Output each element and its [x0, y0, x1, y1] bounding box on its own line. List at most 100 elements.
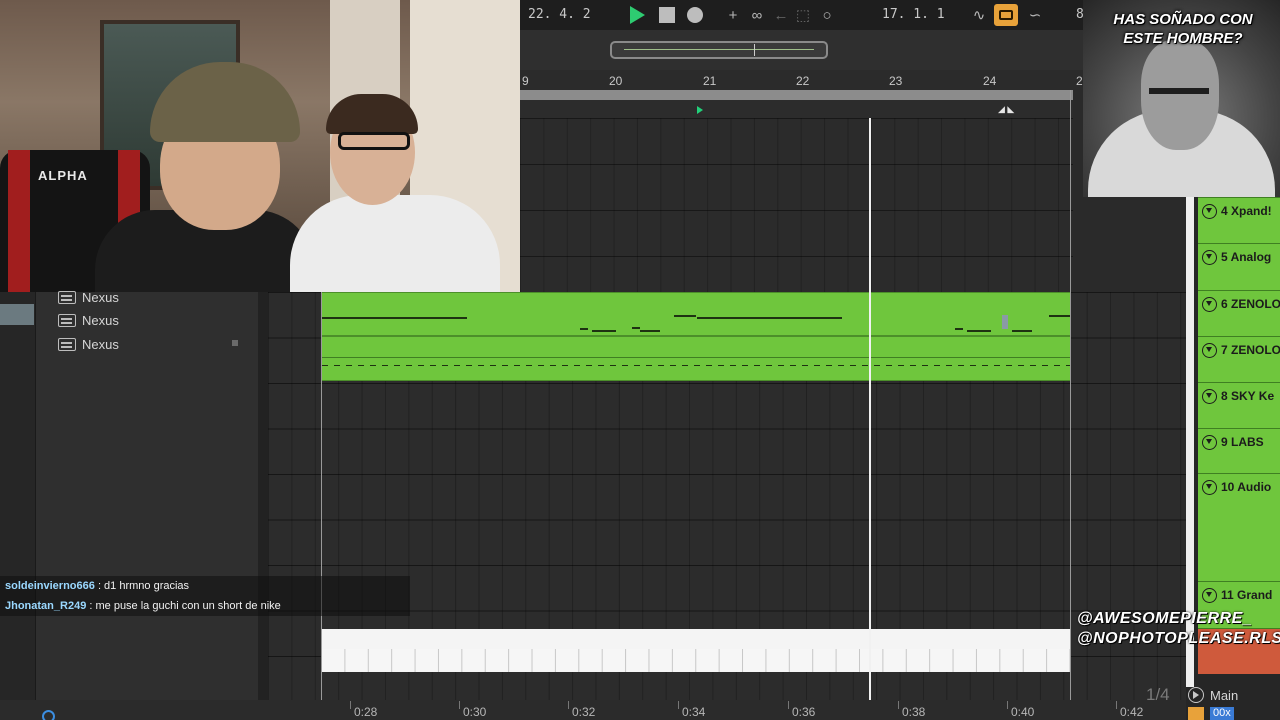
loop-start-position[interactable]: 17. 1. 1 [882, 7, 945, 22]
bottom-left-bar [0, 700, 268, 720]
playhead[interactable] [869, 118, 871, 702]
person-hair [326, 94, 418, 134]
mixer-track[interactable]: 10 Audio [1198, 473, 1280, 581]
mixer-track[interactable]: 7 ZENOLO [1198, 336, 1280, 382]
track-header[interactable]: Nexus [58, 310, 119, 330]
midi-clip[interactable] [321, 336, 1071, 381]
midi-note [322, 317, 467, 319]
meme-caption: HAS SOÑADO CON ESTE HOMBRE? [1113, 11, 1253, 47]
overview-scroll-handle[interactable] [610, 41, 828, 59]
plugin-icon [58, 313, 76, 327]
plugin-icon [58, 337, 76, 351]
overview-playhead [754, 44, 755, 56]
mixer-track[interactable]: 9 LABS [1198, 428, 1280, 473]
webcam-feed: ALPHA [0, 0, 520, 292]
arrangement-overview[interactable] [520, 30, 1083, 70]
capture-button[interactable]: ⬚ [794, 4, 812, 26]
loop-brace[interactable] [520, 90, 1073, 100]
mixer-pager: 1/4 Main [1146, 683, 1280, 707]
unibrow [1149, 88, 1209, 94]
chevron-down-icon[interactable] [1202, 204, 1217, 219]
chair-trim [8, 150, 30, 292]
chevron-down-icon[interactable] [1202, 389, 1217, 404]
start-marker-icon[interactable] [697, 106, 703, 114]
arrangement-position[interactable]: 22. 4. 2 [528, 7, 591, 22]
loop-start-line [321, 292, 322, 702]
chevron-down-icon[interactable] [1202, 480, 1217, 495]
selected-track-indicator[interactable] [0, 304, 34, 325]
time-label: 0:32 [567, 701, 596, 719]
meter-icon[interactable] [1188, 707, 1204, 720]
stop-button[interactable] [656, 4, 678, 26]
time-label: 0:40 [1006, 701, 1035, 719]
mixer-status: 00x [1186, 707, 1280, 720]
record-arm-icon[interactable] [42, 710, 55, 720]
back-to-arrangement-button[interactable]: ← [772, 4, 790, 26]
session-record-button[interactable]: ○ [818, 4, 836, 26]
dotted-square-icon: ⬚ [795, 7, 811, 24]
arrangement-view[interactable] [268, 292, 1186, 700]
midi-note [697, 317, 842, 319]
arrangement-upper-lanes[interactable] [520, 118, 1073, 292]
chevron-down-icon[interactable] [1202, 343, 1217, 358]
midi-note [1012, 330, 1032, 332]
play-circle-icon[interactable] [1188, 687, 1204, 703]
time-ruler[interactable]: 0:28 0:30 0:32 0:34 0:36 0:38 0:40 0:42 [268, 700, 1186, 720]
bar-ruler[interactable]: 9 20 21 22 23 24 2 [520, 70, 1083, 90]
locator-lane[interactable]: ◢ ◣ [520, 100, 1073, 118]
zoom-badge[interactable]: 00x [1210, 707, 1234, 720]
mixer-track[interactable]: 6 ZENOLO [1198, 290, 1280, 336]
bar-number: 2 [1076, 74, 1083, 88]
track-header-panel: Nexus Nexus Nexus [0, 290, 268, 720]
page-indicator: 1/4 [1146, 685, 1170, 704]
record-button[interactable] [684, 4, 706, 26]
track-name: Nexus [82, 289, 119, 305]
midi-note [1049, 315, 1071, 317]
chair-brand: ALPHA [38, 168, 88, 183]
chevron-down-icon[interactable] [1202, 297, 1217, 312]
midi-note [955, 328, 963, 330]
time-label: 0:38 [897, 701, 926, 719]
midi-note [580, 328, 588, 330]
audio-clip-body[interactable] [321, 649, 1071, 672]
link-button[interactable]: ∞ [748, 4, 766, 26]
mixer-track-name: 4 Xpand! [1221, 204, 1272, 218]
back-arrow-icon: ← [773, 6, 789, 24]
play-icon [629, 6, 645, 24]
midi-note [592, 330, 616, 332]
loop-end-line [1070, 90, 1071, 702]
loop-button[interactable] [994, 4, 1018, 26]
midi-note [967, 330, 991, 332]
stop-icon [659, 7, 675, 23]
mixer-track[interactable]: 8 SKY Ke [1198, 382, 1280, 428]
mixer-track[interactable]: 4 Xpand! [1198, 197, 1280, 243]
output-label[interactable]: Main [1210, 688, 1238, 703]
watermark-handle: @NOPHOTOPLEASE.RLS [1077, 630, 1280, 647]
mixer-track-name: 7 ZENOLO [1221, 343, 1280, 357]
chat-username: Jhonatan_R249 [5, 600, 87, 612]
chevron-down-icon[interactable] [1202, 250, 1217, 265]
circle-icon: ○ [822, 6, 832, 24]
bar-number: 21 [703, 74, 717, 88]
automation-icon: ∽ [1028, 7, 1042, 24]
play-button[interactable] [626, 4, 648, 26]
track-header[interactable]: Nexus [58, 334, 119, 354]
mixer-track[interactable]: 5 Analog [1198, 243, 1280, 290]
chat-text: : d1 hrmno gracias [97, 580, 190, 592]
track-header[interactable]: Nexus [58, 287, 119, 307]
track-color-column [0, 292, 36, 720]
link-icon: ∞ [751, 6, 763, 24]
time-label: 0:28 [349, 701, 378, 719]
add-button[interactable]: + [724, 4, 742, 26]
midi-clip[interactable] [321, 292, 1071, 336]
audio-clip-header[interactable] [321, 629, 1071, 649]
automation-button[interactable]: ∽ [1024, 4, 1046, 26]
punch-in-button[interactable]: ∿ [968, 4, 990, 26]
chevron-down-icon[interactable] [1202, 588, 1217, 603]
chevron-down-icon[interactable] [1202, 435, 1217, 450]
loop-icon [999, 10, 1013, 20]
plugin-icon [58, 290, 76, 304]
person-body [290, 195, 500, 292]
screen: ALPHA 22. 4. 2 + ∞ ← ⬚ ○ 17. 1. 1 ∿ ∽ 8 … [0, 0, 1280, 720]
end-marker-icon[interactable]: ◢ ◣ [998, 104, 1014, 115]
